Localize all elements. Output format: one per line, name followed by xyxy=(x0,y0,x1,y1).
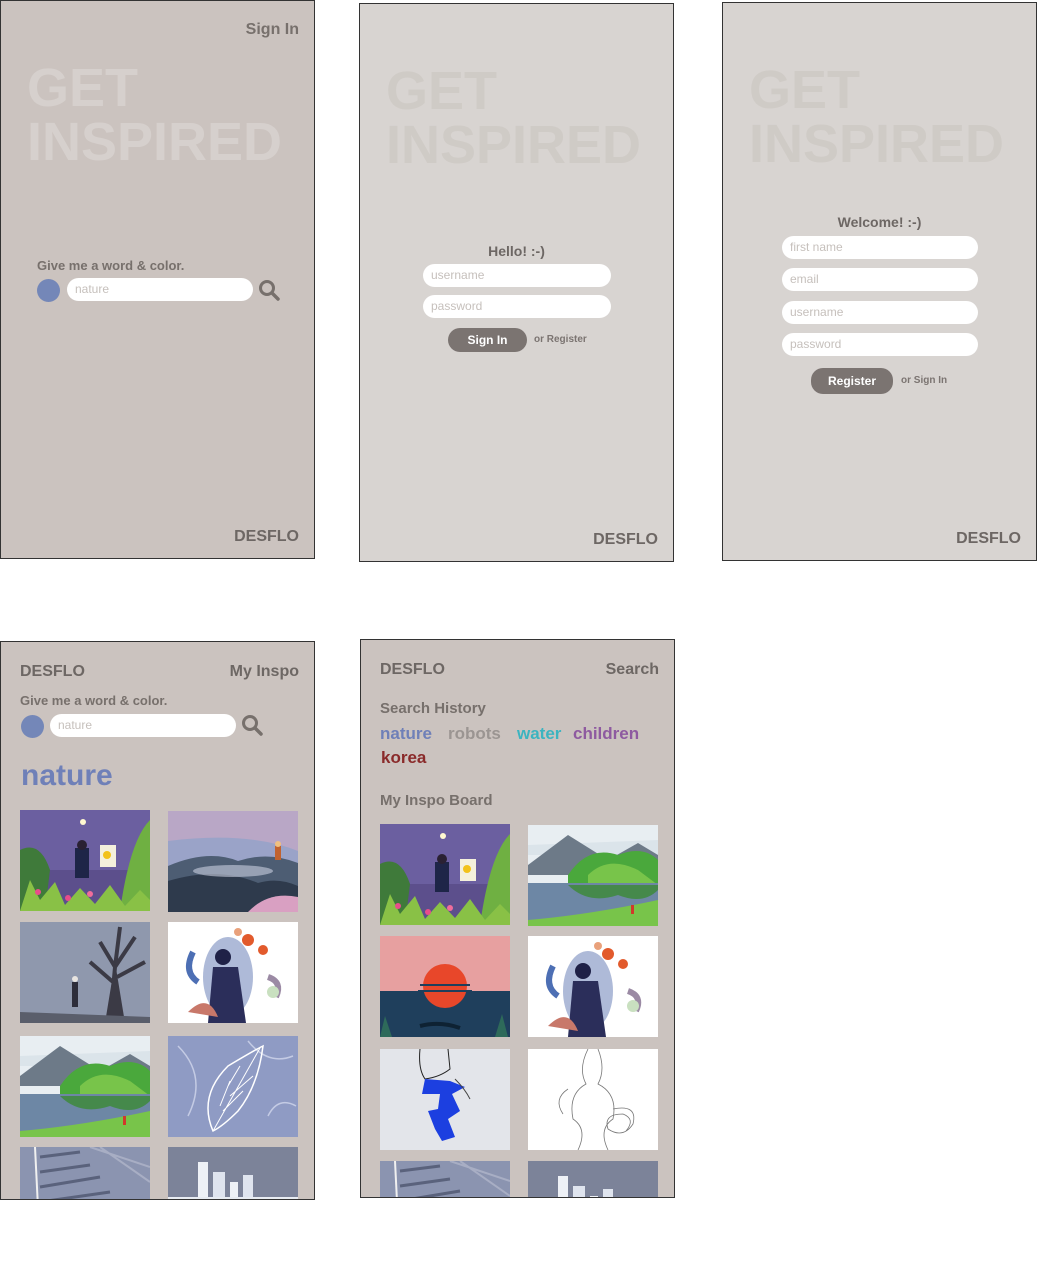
brand-logo[interactable]: DESFLO xyxy=(380,661,445,679)
hero-line-1: GET xyxy=(749,60,861,120)
color-picker[interactable] xyxy=(37,279,60,302)
image-woman-on-mountain[interactable] xyxy=(168,811,298,912)
image-fern-leaves[interactable] xyxy=(20,1147,150,1200)
signin-title: Hello! :-) xyxy=(488,243,545,259)
brand-logo: DESFLO xyxy=(593,531,658,548)
hero-line-2: INSPIRED xyxy=(27,112,283,172)
signin-link[interactable]: Sign In xyxy=(246,21,299,39)
landing-screen: Sign In GET INSPIRED Give me a word & co… xyxy=(0,0,315,559)
image-woman-with-flowers[interactable] xyxy=(168,922,298,1023)
hero-line-1: GET xyxy=(386,61,498,121)
color-picker[interactable] xyxy=(21,715,44,738)
search-prompt: Give me a word & color. xyxy=(20,693,168,708)
signin-link[interactable]: or Sign In xyxy=(901,375,947,386)
image-fern-leaves[interactable] xyxy=(380,1161,510,1198)
history-tag-korea[interactable]: korea xyxy=(381,748,426,768)
password-field[interactable] xyxy=(423,295,611,318)
hero-heading: GET INSPIRED xyxy=(27,61,282,169)
search-prompt: Give me a word & color. xyxy=(37,258,185,273)
image-city-skyline[interactable] xyxy=(168,1147,298,1200)
brand-logo: DESFLO xyxy=(956,530,1021,547)
hero-line-2: INSPIRED xyxy=(386,115,642,175)
image-woman-with-flowers[interactable] xyxy=(528,936,658,1037)
history-tag-nature[interactable]: nature xyxy=(380,724,432,744)
search-input[interactable] xyxy=(67,278,253,301)
search-icon[interactable] xyxy=(241,714,263,736)
brand-logo: DESFLO xyxy=(234,528,299,545)
password-field[interactable] xyxy=(782,333,978,356)
history-tag-water[interactable]: water xyxy=(517,724,561,744)
brand-logo[interactable]: DESFLO xyxy=(20,663,85,681)
image-blue-paint-figure[interactable] xyxy=(380,1049,510,1150)
username-field[interactable] xyxy=(423,264,611,287)
image-line-drawing[interactable] xyxy=(528,1049,658,1150)
image-girl-under-tree[interactable] xyxy=(20,922,150,1023)
results-screen: DESFLO My Inspo Give me a word & color. … xyxy=(0,641,315,1200)
image-lake-forest[interactable] xyxy=(20,1036,150,1137)
search-history-heading: Search History xyxy=(380,700,486,717)
email-field[interactable] xyxy=(782,268,978,291)
hero-line-2: INSPIRED xyxy=(749,114,1005,174)
image-lake-forest[interactable] xyxy=(528,825,658,926)
signin-screen: GET INSPIRED Hello! :-) Sign In or Regis… xyxy=(359,3,674,562)
register-button[interactable]: Register xyxy=(811,368,893,394)
hero-line-1: GET xyxy=(27,58,139,118)
register-title: Welcome! :-) xyxy=(837,214,922,230)
hero-heading: GET INSPIRED xyxy=(386,64,641,172)
image-painter-in-jungle[interactable] xyxy=(380,824,510,925)
search-link[interactable]: Search xyxy=(606,661,659,679)
register-screen: GET INSPIRED Welcome! :-) Register or Si… xyxy=(722,2,1037,561)
query-word: nature xyxy=(21,759,113,792)
image-sunset-sea[interactable] xyxy=(380,936,510,1037)
history-tag-robots[interactable]: robots xyxy=(448,724,501,744)
hero-heading: GET INSPIRED xyxy=(749,63,1004,171)
image-city-skyline[interactable] xyxy=(528,1161,658,1198)
my-inspo-link[interactable]: My Inspo xyxy=(230,663,299,681)
image-painter-in-jungle[interactable] xyxy=(20,810,150,911)
register-link[interactable]: or Register xyxy=(534,334,587,345)
image-leaf-pattern[interactable] xyxy=(168,1036,298,1137)
username-field[interactable] xyxy=(782,301,978,324)
board-screen: DESFLO Search Search History nature robo… xyxy=(360,639,675,1198)
search-icon[interactable] xyxy=(258,279,280,301)
firstname-field[interactable] xyxy=(782,236,978,259)
history-tag-children[interactable]: children xyxy=(573,724,639,744)
search-input[interactable] xyxy=(50,714,236,737)
inspo-board-heading: My Inspo Board xyxy=(380,792,493,809)
signin-button[interactable]: Sign In xyxy=(448,328,527,352)
